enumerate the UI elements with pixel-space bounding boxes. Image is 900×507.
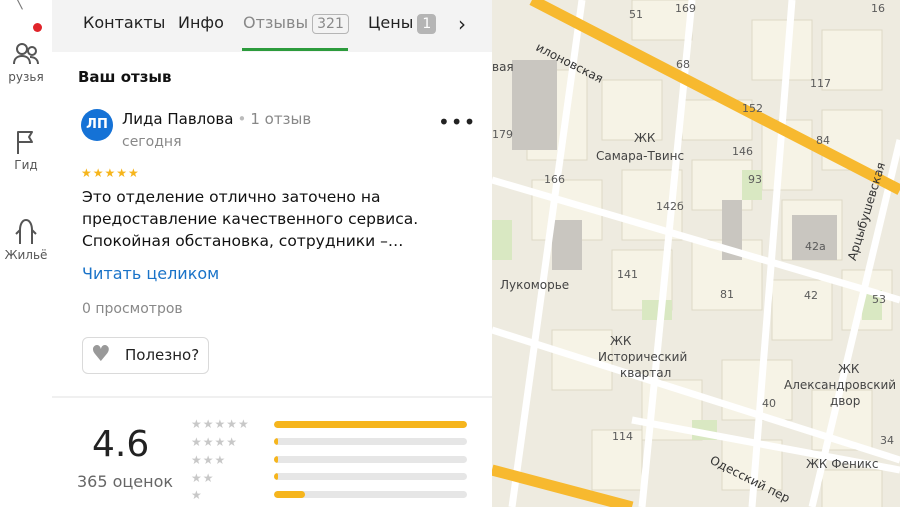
tab-info[interactable]: Инфо — [178, 13, 224, 32]
flag-icon — [17, 131, 33, 154]
map-num: 68 — [676, 58, 690, 71]
helpful-label: Полезно? — [125, 346, 200, 364]
friends-icon — [13, 43, 39, 65]
map-num: 34 — [880, 434, 894, 447]
divider — [52, 396, 492, 398]
left-rail: ╲ рузья Гид Жильё — [0, 0, 53, 507]
dist-bar-fill-1 — [274, 491, 305, 498]
prices-count-badge: 1 — [417, 14, 437, 34]
ratings-count: 365 оценок — [77, 472, 174, 491]
map-label-zhk1-b: Самара-Твинс — [596, 149, 685, 163]
dist-bar-5 — [274, 421, 467, 428]
map-label-zhk4: ЖК Феникс — [806, 457, 879, 471]
tab-bar: Контакты Инфо Отзывы 321 Цены 1 › — [52, 0, 492, 52]
dist-bar-fill-3 — [274, 456, 278, 463]
reviews-count-badge: 321 — [312, 14, 349, 34]
views-count: 0 просмотров — [82, 301, 183, 317]
map-num: 81 — [720, 288, 734, 301]
overall-rating: 4.6 — [92, 424, 150, 465]
housing-icon — [15, 218, 37, 244]
rail-label-guide: Гид — [14, 158, 38, 172]
rail-label-friends: рузья — [8, 70, 44, 84]
dist-bar-2 — [274, 473, 467, 480]
helpful-button[interactable]: ♥ Полезно? — [82, 337, 209, 374]
map-num: 114 — [612, 430, 633, 443]
map[interactable]: илоновская Арцыбушевская Одесский пер ва… — [492, 0, 900, 507]
map-label-zhk3-c: двор — [830, 394, 861, 408]
dist-stars-3: ★★★ — [191, 453, 227, 467]
tab-prices[interactable]: Цены 1 — [368, 13, 437, 34]
map-num: 142б — [656, 200, 684, 213]
map-num: 141 — [617, 268, 638, 281]
map-label-zhk3-b: Александровский — [784, 378, 897, 392]
map-label-zhk1-a: ЖК — [634, 131, 656, 145]
map-num: 53 — [872, 293, 886, 306]
rail-item-guide[interactable]: Гид — [0, 128, 52, 172]
avatar[interactable]: ЛП — [81, 109, 113, 141]
map-num: 117 — [810, 77, 831, 90]
review-date: сегодня — [122, 134, 182, 150]
map-num: 51 — [629, 8, 643, 21]
map-label-zhk2-a: ЖК — [610, 334, 632, 348]
review-stars: ★★★★★ — [81, 166, 140, 180]
author-separator: • — [237, 110, 247, 128]
tab-contacts[interactable]: Контакты — [83, 13, 165, 32]
map-num: 169 — [675, 2, 696, 15]
read-more-link[interactable]: Читать целиком — [82, 264, 219, 283]
tab-reviews[interactable]: Отзывы 321 — [243, 13, 349, 34]
rail-top-glyph: ╲ — [14, 0, 23, 10]
author-review-count: 1 отзыв — [250, 110, 312, 128]
rail-item-housing[interactable]: Жильё — [0, 216, 52, 262]
map-canvas — [492, 0, 900, 507]
author-name[interactable]: Лида Павлова — [122, 110, 233, 128]
dist-stars-5: ★★★★★ — [191, 417, 250, 431]
rail-label-housing: Жильё — [4, 248, 48, 262]
map-num: 93 — [748, 173, 762, 186]
dist-bar-3 — [274, 456, 467, 463]
map-label-lukomorye: Лукоморье — [500, 278, 570, 292]
dist-stars-2: ★★ — [191, 471, 215, 485]
more-options-icon[interactable]: ••• — [438, 110, 476, 134]
map-label-zhk3-a: ЖК — [838, 362, 860, 376]
map-num: 179 — [492, 128, 513, 141]
map-label-vaya: вая — [492, 60, 514, 74]
map-num: 42 — [804, 289, 818, 302]
heart-icon: ♥ — [91, 342, 111, 367]
map-label-zhk2-c: квартал — [620, 366, 672, 380]
active-tab-indicator — [242, 48, 348, 51]
review-text: Это отделение отлично заточено на предос… — [82, 188, 419, 250]
map-label-zhk2-b: Исторический — [598, 350, 688, 364]
dist-bar-fill-4 — [274, 438, 278, 445]
rail-item-friends[interactable]: рузья — [0, 40, 52, 84]
map-num: 166 — [544, 173, 565, 186]
review-author-line: Лида Павлова • 1 отзыв — [122, 110, 311, 128]
notification-dot — [33, 23, 42, 32]
place-panel: Контакты Инфо Отзывы 321 Цены 1 › Ваш отзы… — [52, 0, 492, 507]
dist-bar-fill-2 — [274, 473, 278, 480]
dist-bar-fill-5 — [274, 421, 467, 428]
dist-bar-1 — [274, 491, 467, 498]
map-num: 16 — [871, 2, 885, 15]
map-num: 40 — [762, 397, 776, 410]
dist-stars-4: ★★★★ — [191, 435, 239, 449]
your-review-title: Ваш отзыв — [78, 68, 172, 86]
tabs-next-arrow-icon[interactable]: › — [458, 12, 466, 36]
map-num: 42а — [805, 240, 826, 253]
map-num: 152 — [742, 102, 763, 115]
dist-stars-1: ★ — [191, 488, 203, 502]
map-num: 146 — [732, 145, 753, 158]
map-num: 84 — [816, 134, 830, 147]
dist-bar-4 — [274, 438, 467, 445]
